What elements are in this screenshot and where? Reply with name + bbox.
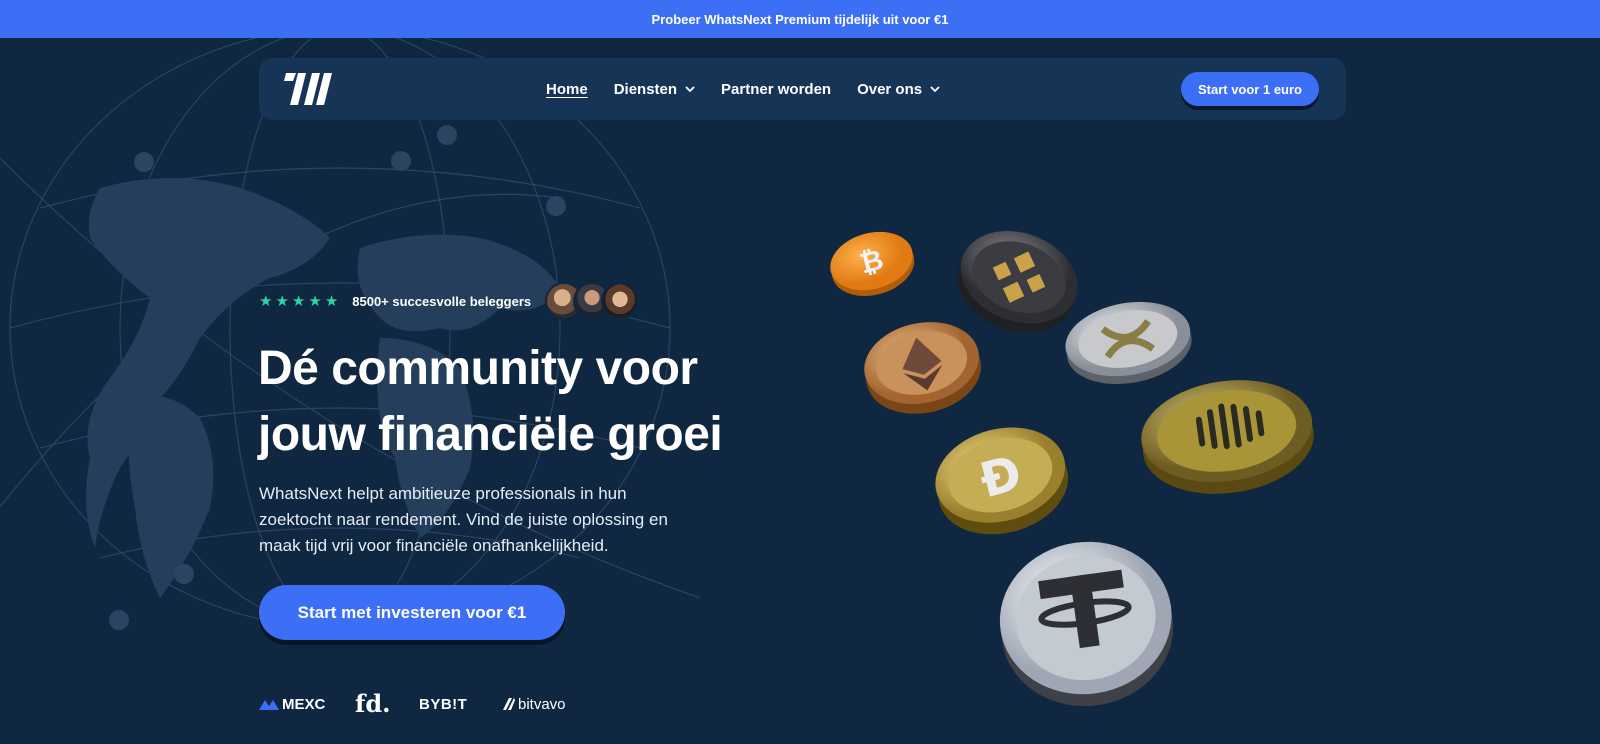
- whatsnext-logo[interactable]: [284, 71, 334, 107]
- hero-description: WhatsNext helpt ambitieuze professionals…: [259, 484, 668, 555]
- star-icon: ★: [324, 292, 339, 310]
- promo-text[interactable]: Probeer WhatsNext Premium tijdelijk uit …: [652, 12, 949, 27]
- nav-item-label: Home: [546, 80, 588, 98]
- star-icon: ★: [308, 292, 322, 310]
- star-icon: ★: [259, 292, 273, 310]
- star-rating: ★ ★ ★ ★ ★: [259, 294, 338, 309]
- fd-logo: fd.: [355, 692, 393, 716]
- bitvavo-logo: bitvavo: [503, 696, 566, 713]
- nav-menu: Home Diensten Partner worden Over ons: [546, 58, 940, 120]
- avatar-group: [545, 282, 640, 320]
- bitvavo-text: bitvavo: [518, 695, 566, 713]
- partner-logos: MEXC fd. BYB!T bitvavo: [259, 688, 566, 720]
- bybit-logo: BYB!T: [419, 696, 467, 713]
- headline-line-2: jouw financiële groei: [258, 408, 723, 461]
- chevron-down-icon: [930, 86, 940, 93]
- mexc-logo: MEXC: [259, 696, 329, 713]
- rating-text: 8500+ succesvolle beleggers: [352, 293, 532, 309]
- promo-banner[interactable]: Probeer WhatsNext Premium tijdelijk uit …: [0, 0, 1600, 38]
- bitcoin-coin-icon: ₿: [830, 231, 915, 297]
- cardano-coin-icon: [1141, 380, 1314, 494]
- nav-item-home[interactable]: Home: [546, 81, 588, 98]
- mexc-text: MEXC: [282, 695, 326, 713]
- nav-item-over-ons[interactable]: Over ons: [857, 81, 940, 98]
- dogecoin-coin-icon: Ð: [935, 427, 1069, 535]
- nav-item-label: Partner worden: [721, 80, 832, 98]
- nav-item-diensten[interactable]: Diensten: [614, 81, 695, 98]
- nav-item-partner-worden[interactable]: Partner worden: [721, 81, 831, 98]
- rating-row: ★ ★ ★ ★ ★ 8500+ succesvolle beleggers: [259, 282, 640, 320]
- nav-item-label: Over ons: [857, 80, 923, 98]
- chevron-down-icon: [685, 86, 695, 93]
- headline-line-1: Dé community voor: [258, 342, 698, 395]
- star-icon: ★: [275, 292, 289, 310]
- avatar: [601, 282, 640, 320]
- binance-coin-icon: [957, 231, 1078, 333]
- main-navigation: Home Diensten Partner worden Over ons St…: [259, 58, 1346, 120]
- hero-headline: Dé community voor jouw financiële groei: [258, 336, 758, 468]
- fd-text: fd.: [355, 689, 391, 718]
- bybit-text: BYB!T: [419, 695, 468, 713]
- start-investing-button[interactable]: Start met investeren voor €1: [259, 585, 565, 640]
- ripple-coin-icon: [1065, 301, 1192, 384]
- start-voor-1-euro-button[interactable]: Start voor 1 euro: [1180, 72, 1319, 106]
- star-icon: ★: [291, 292, 306, 310]
- mexc-mountain-icon: [259, 700, 279, 710]
- tether-coin-icon: [999, 541, 1174, 707]
- ethereum-coin-icon: [864, 322, 982, 414]
- bitvavo-mark-icon: [503, 698, 515, 710]
- crypto-coins-illustration: ₿ Ð: [830, 231, 1314, 707]
- nav-item-label: Diensten: [613, 80, 678, 98]
